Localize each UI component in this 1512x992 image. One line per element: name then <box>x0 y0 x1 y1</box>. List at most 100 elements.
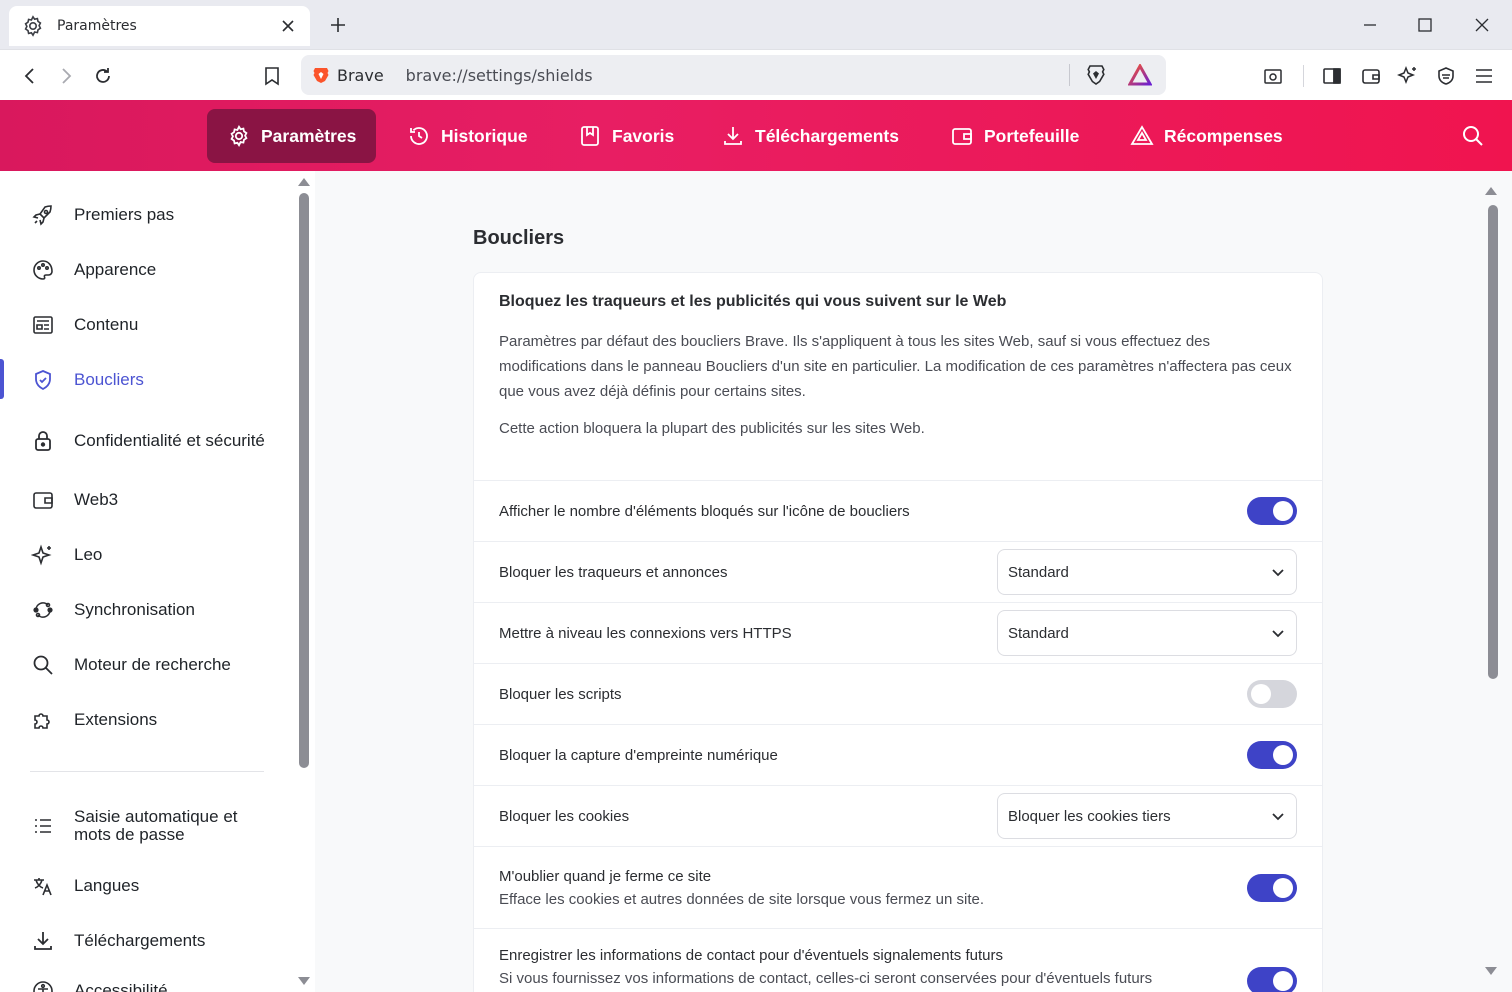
sidebar-item-privacy[interactable]: Confidentialité et sécurité <box>0 421 290 461</box>
nav-history[interactable]: Historique <box>387 109 548 163</box>
rewards-icon <box>1130 124 1154 148</box>
setting-row-show-count: Afficher le nombre d'éléments bloqués su… <box>474 481 1322 542</box>
close-tab-icon[interactable] <box>278 16 298 36</box>
lock-icon <box>31 429 55 453</box>
nav-label: Paramètres <box>261 125 357 146</box>
sidebar-item-label: Leo <box>74 545 103 564</box>
nav-settings[interactable]: Paramètres <box>207 109 377 163</box>
maximize-icon[interactable] <box>1412 12 1438 38</box>
card-header: Bloquez les traqueurs et les publicités … <box>474 273 1322 481</box>
row-label: Bloquer la capture d'empreinte numérique <box>499 746 778 764</box>
sidebar-item-appearance[interactable]: Apparence <box>0 258 290 282</box>
omnibox-divider <box>1069 64 1070 86</box>
sidebar-item-accessibility[interactable]: Accessibilité <box>0 979 290 992</box>
setting-row-fingerprinting: Bloquer la capture d'empreinte numérique <box>474 725 1322 786</box>
bookmark-icon[interactable] <box>258 62 286 90</box>
sidebar-item-label: Confidentialité et sécurité <box>74 431 265 450</box>
toggle-show-count[interactable] <box>1247 497 1297 525</box>
toggle-scripts[interactable] <box>1247 680 1297 708</box>
address-bar[interactable]: Brave brave://settings/shields <box>301 55 1166 95</box>
sidebar-item-extensions[interactable]: Extensions <box>0 708 290 732</box>
menu-icon[interactable] <box>1470 62 1498 90</box>
rewards-triangle-icon[interactable] <box>1128 64 1152 86</box>
rocket-icon <box>31 203 55 227</box>
sidebar-item-shields[interactable]: Boucliers <box>0 368 290 392</box>
settings-header: Paramètres Historique Favoris Télécharge… <box>0 100 1512 171</box>
toggle-contact-info[interactable] <box>1247 967 1297 992</box>
card-description: Paramètres par défaut des boucliers Brav… <box>499 333 1292 400</box>
sidebar-scroll-up[interactable] <box>298 178 310 186</box>
sidebar-item-search-engine[interactable]: Moteur de recherche <box>0 653 290 677</box>
main-scrollbar-thumb[interactable] <box>1488 205 1498 679</box>
nav-label: Portefeuille <box>984 125 1080 146</box>
card-note: Cette action bloquera la plupart des pub… <box>499 420 925 437</box>
new-tab-button[interactable] <box>326 13 350 37</box>
sidebar-item-content[interactable]: Contenu <box>0 313 290 337</box>
history-icon <box>407 124 431 148</box>
setting-row-cookies: Bloquer les cookies Bloquer les cookies … <box>474 786 1322 847</box>
sidebar-item-web3[interactable]: Web3 <box>0 488 290 512</box>
toggle-fingerprinting[interactable] <box>1247 741 1297 769</box>
sidebar-item-autofill[interactable]: Saisie automatique et mots de passe <box>0 806 290 846</box>
chevron-down-icon <box>1270 625 1286 641</box>
sidebar-item-downloads[interactable]: Téléchargements <box>0 929 290 953</box>
sparkle-icon <box>31 543 55 567</box>
toggle-knob <box>1273 971 1293 991</box>
sidebar-scroll-down[interactable] <box>298 977 310 985</box>
gear-icon <box>227 124 251 148</box>
main-scroll-up[interactable] <box>1485 187 1497 195</box>
back-icon[interactable] <box>16 62 44 90</box>
nav-bookmarks[interactable]: Favoris <box>558 109 694 163</box>
sidebar-item-sync[interactable]: Synchronisation <box>0 598 290 622</box>
setting-row-trackers: Bloquer les traqueurs et annonces Standa… <box>474 542 1322 603</box>
toggle-knob <box>1273 501 1293 521</box>
row-label: Afficher le nombre d'éléments bloqués su… <box>499 502 910 520</box>
nav-label: Récompenses <box>1164 125 1283 146</box>
sidebar-scrollbar-thumb[interactable] <box>299 193 309 768</box>
close-window-icon[interactable] <box>1469 12 1495 38</box>
main-scroll-down[interactable] <box>1485 967 1497 975</box>
forward-icon[interactable] <box>52 62 80 90</box>
nav-label: Téléchargements <box>755 125 899 146</box>
download-icon <box>31 929 55 953</box>
gear-icon <box>21 14 45 38</box>
nav-downloads[interactable]: Téléchargements <box>701 109 919 163</box>
toggle-forget-me[interactable] <box>1247 873 1297 902</box>
row-text: M'oublier quand je ferme ce site Efface … <box>499 868 1247 908</box>
sidebar-toggle-icon[interactable] <box>1318 62 1346 90</box>
sidebar-item-label: Apparence <box>74 260 157 279</box>
vpn-shield-icon[interactable] <box>1432 62 1460 90</box>
tab-settings[interactable]: Paramètres <box>9 6 310 46</box>
sidebar-item-leo[interactable]: Leo <box>0 543 290 567</box>
browser-toolbar: Brave brave://settings/shields <box>0 50 1512 100</box>
setting-row-forget-me: M'oublier quand je ferme ce site Efface … <box>474 847 1322 929</box>
tab-search-icon[interactable] <box>1259 62 1287 90</box>
sidebar-item-get-started[interactable]: Premiers pas <box>0 203 290 227</box>
translate-icon <box>31 874 55 898</box>
download-icon <box>721 124 745 148</box>
sidebar: Premiers pas Apparence Contenu Boucliers… <box>0 171 315 992</box>
brave-shields-icon[interactable] <box>1084 63 1108 87</box>
row-sublabel: Efface les cookies et autres données de … <box>499 890 984 908</box>
url-text[interactable]: brave://settings/shields <box>406 66 1069 85</box>
brave-logo-icon <box>311 65 331 85</box>
chevron-down-icon <box>1270 564 1286 580</box>
sidebar-item-label: Moteur de recherche <box>74 655 231 674</box>
shield-icon <box>31 368 55 392</box>
search-icon <box>31 653 55 677</box>
cookies-select[interactable]: Bloquer les cookies tiers <box>997 793 1297 839</box>
toggle-knob <box>1273 877 1293 898</box>
trackers-select[interactable]: Standard <box>997 549 1297 595</box>
nav-rewards[interactable]: Récompenses <box>1110 109 1303 163</box>
row-label: Mettre à niveau les connexions vers HTTP… <box>499 624 792 642</box>
wallet-icon[interactable] <box>1357 62 1385 90</box>
nav-wallet[interactable]: Portefeuille <box>930 109 1099 163</box>
row-label: Bloquer les cookies <box>499 807 630 825</box>
leo-sparkle-icon[interactable] <box>1394 62 1422 90</box>
https-select[interactable]: Standard <box>997 610 1297 656</box>
minimize-icon[interactable] <box>1357 12 1383 38</box>
reload-icon[interactable] <box>89 62 117 90</box>
search-icon[interactable] <box>1460 123 1486 149</box>
page-title: Boucliers <box>473 227 565 249</box>
sidebar-item-languages[interactable]: Langues <box>0 874 290 898</box>
